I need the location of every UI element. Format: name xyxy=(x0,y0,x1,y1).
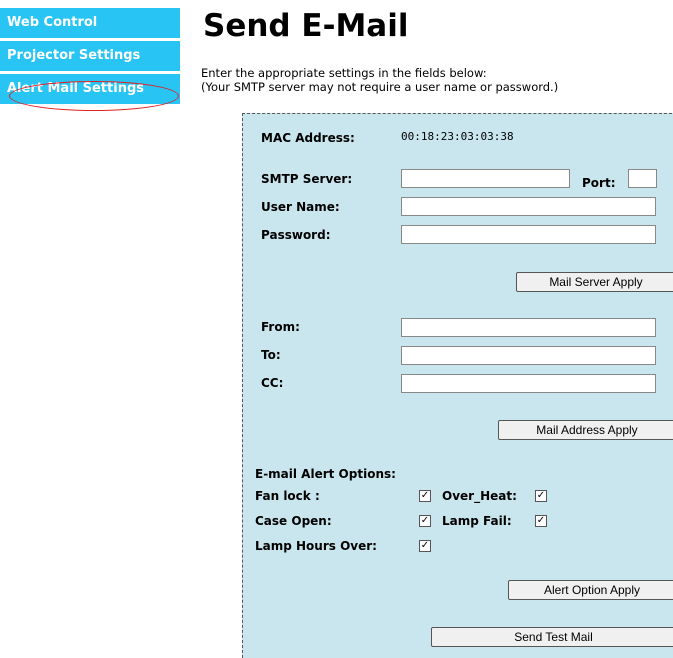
lamp-fail-label: Lamp Fail: xyxy=(442,514,512,528)
case-open-label: Case Open: xyxy=(255,514,332,528)
case-open-checkbox[interactable]: ✓ xyxy=(419,515,431,527)
email-settings-panel: MAC Address: 00:18:23:03:03:38 SMTP Serv… xyxy=(242,113,673,658)
sidebar-item-projector-settings[interactable]: Projector Settings xyxy=(0,41,180,71)
sidebar-item-web-control[interactable]: Web Control xyxy=(0,8,180,38)
lamp-hours-over-checkbox[interactable]: ✓ xyxy=(419,540,431,552)
fan-lock-checkbox[interactable]: ✓ xyxy=(419,490,431,502)
password-label: Password: xyxy=(261,228,331,242)
alert-options-heading: E-mail Alert Options: xyxy=(255,467,396,481)
port-input[interactable] xyxy=(628,169,657,188)
smtp-server-label: SMTP Server: xyxy=(261,172,353,186)
from-input[interactable] xyxy=(401,318,656,337)
lamp-fail-checkbox[interactable]: ✓ xyxy=(535,515,547,527)
page-title: Send E-Mail xyxy=(203,8,409,44)
user-name-input[interactable] xyxy=(401,197,656,216)
port-label: Port: xyxy=(582,176,616,190)
cc-label: CC: xyxy=(261,376,284,390)
user-name-label: User Name: xyxy=(261,200,340,214)
fan-lock-label: Fan lock : xyxy=(255,489,320,503)
over-heat-label: Over_Heat: xyxy=(442,489,517,503)
cc-input[interactable] xyxy=(401,374,656,393)
send-test-mail-button[interactable]: Send Test Mail xyxy=(431,627,673,647)
from-label: From: xyxy=(261,320,300,334)
mac-address-value: 00:18:23:03:03:38 xyxy=(401,130,514,143)
password-input[interactable] xyxy=(401,225,656,244)
to-input[interactable] xyxy=(401,346,656,365)
mail-server-apply-button[interactable]: Mail Server Apply xyxy=(516,272,673,292)
to-label: To: xyxy=(261,348,281,362)
instruction-line-1: Enter the appropriate settings in the fi… xyxy=(201,66,487,80)
instructions-text: Enter the appropriate settings in the fi… xyxy=(201,66,558,94)
lamp-hours-over-label: Lamp Hours Over: xyxy=(255,539,377,553)
mail-address-apply-button[interactable]: Mail Address Apply xyxy=(498,420,673,440)
over-heat-checkbox[interactable]: ✓ xyxy=(535,490,547,502)
smtp-server-input[interactable] xyxy=(401,169,570,188)
alert-option-apply-button[interactable]: Alert Option Apply xyxy=(508,580,673,600)
sidebar-item-alert-mail-settings[interactable]: Alert Mail Settings xyxy=(0,74,180,104)
mac-address-label: MAC Address: xyxy=(261,131,355,145)
instruction-line-2: (Your SMTP server may not require a user… xyxy=(201,80,559,94)
